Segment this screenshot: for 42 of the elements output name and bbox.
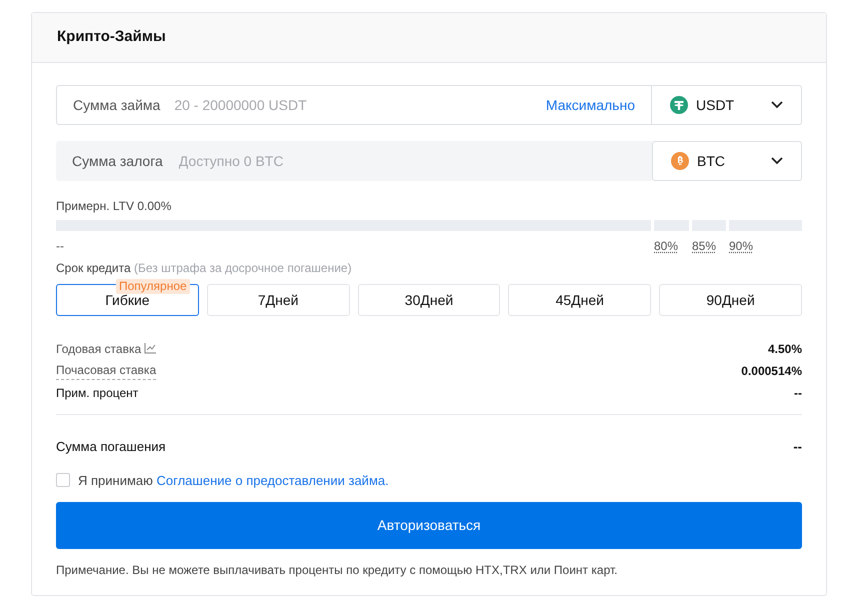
amount-input[interactable]: 20 - 20000000 USDT [174,94,546,116]
note-text: Примечание. Вы не можете выплачивать проценты по кредиту с помощью HTX,TRX или Поинт карт. [56,562,618,579]
bitcoin-coin-icon [671,152,689,170]
currency-label: USDT [696,96,736,114]
popular-badge: Популярное [116,279,190,294]
card-title: Крипто-Займы [57,27,166,48]
currency-select[interactable]: USDT [652,85,802,125]
collateral-amount-field[interactable]: Сумма залога Доступно 0 BTC [56,141,652,181]
max-link[interactable]: Максимально [546,94,635,116]
term-tab[interactable]: 30Дней [358,284,500,316]
repayment-value: -- [793,438,802,456]
trend-chart-icon[interactable] [144,343,156,354]
term-hint: (Без штрафа за досрочное погашение) [134,261,352,275]
field-label: Сумма займа [73,96,160,115]
rate-label: Почасовая ставка [56,361,156,380]
ltv-label: Примерн. LTV 0.00% [56,198,172,215]
ltv-threshold: 85% [692,239,716,253]
amount-input[interactable]: Доступно 0 BTC [178,150,636,172]
term-tab[interactable]: 90Дней [659,284,802,316]
term-tab[interactable]: 45Дней [508,284,652,316]
rate-value: -- [794,384,802,402]
field-label: Сумма залога [72,152,163,171]
repayment-label: Сумма погашения [56,438,166,456]
rate-value: 4.50% [768,340,802,358]
login-button[interactable]: Авторизоваться [56,502,802,549]
ltv-threshold: 90% [729,239,754,253]
term-tab[interactable]: 7Дней [206,284,350,316]
tether-coin-icon [670,96,688,114]
agreement-text: Я принимаю Соглашение о предоставлении займа. [78,472,389,490]
term-label: Срок кредита [56,261,131,275]
currency-label: BTC [697,152,726,170]
agreement-link[interactable]: Соглашение о предоставлении займа. [156,472,389,488]
ltv-value: -- [56,238,65,253]
currency-select[interactable]: BTC [652,141,802,181]
rate-label: Годовая ставка [56,340,142,358]
rate-value: 0.000514% [741,362,802,380]
agreement-checkbox[interactable] [56,473,70,488]
chevron-down-icon [771,157,783,165]
rate-label: Прим. процент [56,384,138,402]
loan-amount-field[interactable]: Сумма займа 20 - 20000000 USDT Максимально [56,85,652,125]
ltv-threshold: 80% [654,239,678,253]
chevron-down-icon [771,101,783,109]
